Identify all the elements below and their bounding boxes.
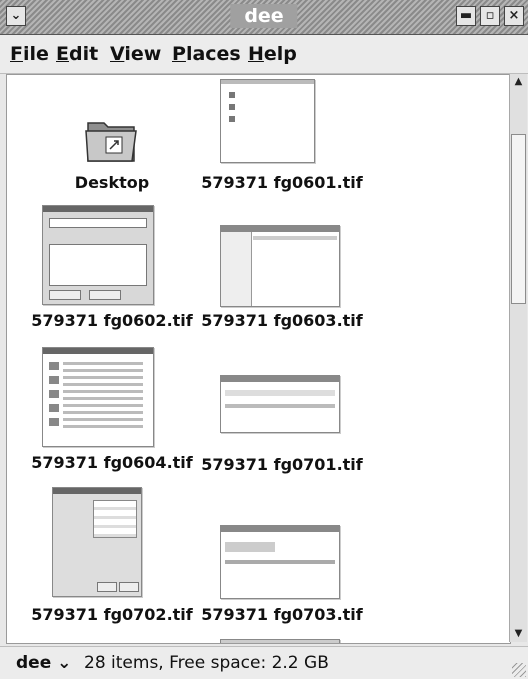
close-button[interactable]: × — [504, 6, 524, 26]
menu-edit[interactable]: Edit — [56, 43, 98, 65]
menu-help[interactable]: Help — [248, 43, 297, 65]
file-label: 579371 fg0703.tif — [201, 605, 363, 624]
menu-places[interactable]: Places — [172, 43, 241, 65]
status-bar: dee ⌄ 28 items, Free space: 2.2 GB — [0, 646, 528, 679]
image-thumbnail — [42, 347, 154, 447]
resize-grip-icon[interactable] — [512, 663, 526, 677]
image-thumbnail — [42, 205, 154, 305]
image-thumbnail — [220, 375, 340, 433]
image-thumbnail — [52, 487, 142, 597]
file-label: 579371 fg0701.tif — [201, 455, 363, 474]
image-thumbnail-partial — [220, 639, 340, 643]
image-thumbnail — [220, 79, 315, 163]
menu-file[interactable]: File — [10, 43, 49, 65]
menu-bar: File Edit View Places Help — [0, 35, 528, 74]
image-thumbnail — [220, 225, 340, 307]
scroll-down-arrow-icon[interactable]: ▼ — [510, 626, 527, 642]
scroll-up-arrow-icon[interactable]: ▲ — [510, 74, 527, 90]
scrollbar-thumb[interactable] — [511, 134, 526, 304]
menu-view[interactable]: View — [110, 43, 161, 65]
icon-view[interactable]: Desktop 579371 fg0601.tif 579371 fg0602.… — [6, 74, 511, 644]
window-title: dee — [230, 4, 298, 28]
file-label: 579371 fg0603.tif — [201, 311, 363, 330]
file-label: 579371 fg0601.tif — [201, 173, 363, 192]
window-menu-button[interactable]: ⌄ — [6, 6, 26, 26]
status-text: 28 items, Free space: 2.2 GB — [84, 653, 329, 673]
folder-icon — [85, 122, 137, 162]
minimize-button[interactable]: ▬ — [456, 6, 476, 26]
location-button[interactable]: dee ⌄ — [16, 653, 71, 673]
vertical-scrollbar[interactable]: ▲ ▼ — [509, 74, 527, 642]
image-thumbnail — [220, 525, 340, 599]
title-bar[interactable]: ⌄ dee ▬ ▫ × — [0, 0, 528, 35]
maximize-button[interactable]: ▫ — [480, 6, 500, 26]
